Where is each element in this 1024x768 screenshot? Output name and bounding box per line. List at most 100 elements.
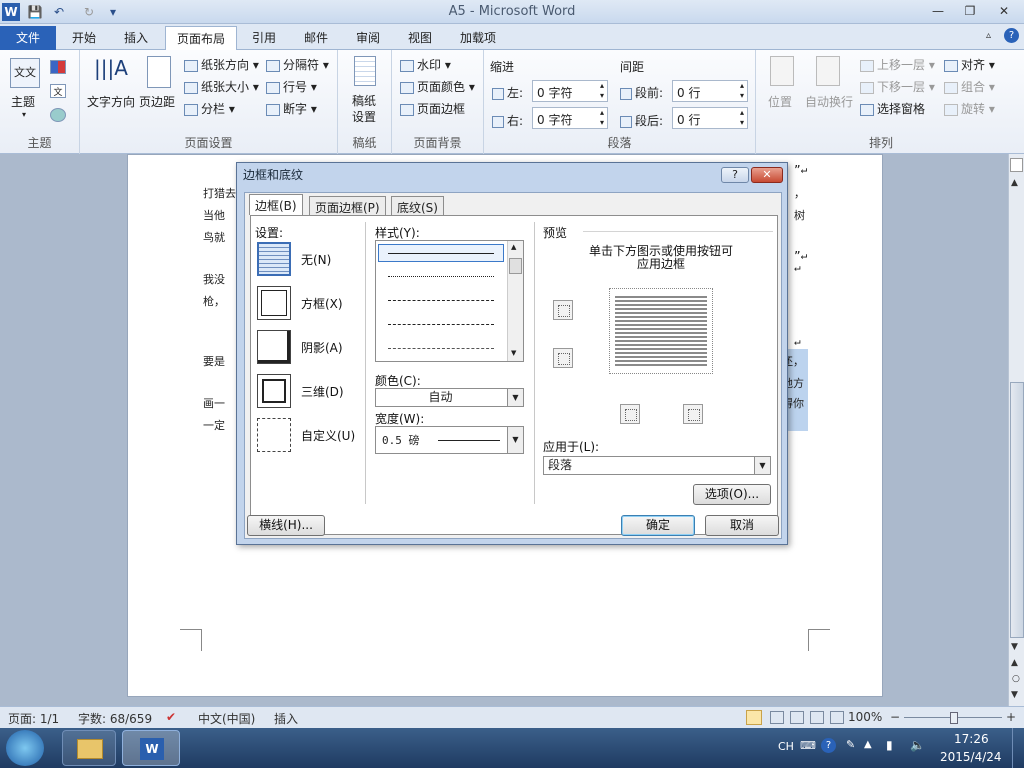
show-hidden-icons-icon[interactable]: ▲ (864, 739, 872, 750)
tab-file[interactable]: 文件 (0, 26, 56, 50)
spacing-after-input[interactable]: 0 行 ▴ ▾ (672, 107, 748, 129)
tab-view[interactable]: 视图 (397, 26, 443, 50)
right-border-button[interactable] (683, 404, 703, 424)
zoom-level[interactable]: 100% (848, 710, 882, 724)
line-numbers-button[interactable]: 行号 ▾ (266, 78, 317, 95)
close-window-button[interactable]: ✕ (990, 2, 1018, 20)
hyphenation-button[interactable]: 断字 ▾ (266, 100, 317, 117)
network-icon[interactable]: ▮ (886, 738, 893, 752)
setting-none-icon[interactable] (257, 242, 291, 276)
chevron-down-icon[interactable]: ▼ (754, 457, 770, 474)
dialog-tab-page-border[interactable]: 页面边框(P) (309, 196, 386, 215)
scroll-down-icon[interactable]: ▼ (511, 349, 516, 357)
scroll-thumb[interactable] (509, 258, 522, 274)
collapse-ribbon-icon[interactable]: ▵ (986, 30, 991, 41)
dialog-help-button[interactable]: ? (721, 167, 749, 183)
proofing-icon[interactable]: ✔ (166, 710, 176, 724)
explorer-taskbar-button[interactable] (62, 730, 116, 766)
select-browse-object-icon[interactable]: ○ (1012, 674, 1020, 684)
style-dash-dot-line[interactable] (388, 348, 494, 349)
scroll-up-icon[interactable]: ▲ (511, 243, 516, 251)
tab-home[interactable]: 开始 (61, 26, 107, 50)
breaks-button[interactable]: 分隔符 ▾ (266, 56, 329, 73)
show-desktop-button[interactable] (1012, 728, 1024, 768)
ime-options-icon[interactable]: ✎ (846, 738, 855, 751)
setting-shadow-icon[interactable] (257, 330, 291, 364)
margins-button[interactable]: 页边距 (139, 93, 175, 110)
zoom-out-button[interactable]: − (890, 710, 900, 724)
setting-custom-icon[interactable] (257, 418, 291, 452)
word-count[interactable]: 字数: 68/659 (78, 710, 152, 727)
theme-fonts-icon[interactable]: 文 (50, 84, 66, 98)
clock-date[interactable]: 2015/4/24 (940, 750, 1002, 764)
language-indicator[interactable]: 中文(中国) (198, 710, 255, 727)
columns-button[interactable]: 分栏 ▾ (184, 100, 235, 117)
setting-3d-icon[interactable] (257, 374, 291, 408)
left-border-button[interactable] (620, 404, 640, 424)
group-button[interactable]: 组合 ▾ (944, 78, 995, 95)
width-combo[interactable]: 0.5 磅 ▼ (375, 426, 524, 454)
minimize-button[interactable]: — (924, 2, 952, 20)
bring-forward-button[interactable]: 上移一层 ▾ (860, 56, 935, 73)
tab-mailings[interactable]: 邮件 (293, 26, 339, 50)
print-layout-icon[interactable] (746, 710, 762, 725)
next-page-icon[interactable]: ▼ (1011, 690, 1018, 700)
theme-colors-icon[interactable] (50, 60, 66, 74)
top-border-button[interactable] (553, 300, 573, 320)
orientation-button[interactable]: 纸张方向 ▾ (184, 56, 259, 73)
web-layout-icon[interactable] (790, 711, 804, 724)
ime-help-icon[interactable]: ? (821, 738, 836, 753)
outline-icon[interactable] (810, 711, 824, 724)
ok-button[interactable]: 确定 (621, 515, 695, 536)
full-screen-reading-icon[interactable] (770, 711, 784, 724)
setting-none-label[interactable]: 无(N) (301, 251, 331, 268)
wrap-text-button[interactable]: 自动换行 (805, 93, 853, 110)
start-button[interactable] (6, 730, 44, 766)
tab-page-layout[interactable]: 页面布局 (165, 26, 238, 51)
options-button[interactable]: 选项(O)... (693, 484, 771, 505)
indent-left-input[interactable]: 0 字符 ▴ ▾ (532, 80, 608, 102)
chevron-down-icon[interactable]: ▼ (507, 389, 523, 406)
ime-indicator[interactable]: CH (778, 740, 794, 753)
position-button[interactable]: 位置 (768, 93, 792, 110)
color-combo[interactable]: 自动 ▼ (375, 388, 524, 407)
scroll-up-icon[interactable]: ▲ (1011, 178, 1018, 188)
apply-to-combo[interactable]: 段落 ▼ (543, 456, 771, 475)
dialog-close-button[interactable]: ✕ (751, 167, 783, 183)
style-dash-small-line[interactable] (388, 300, 494, 301)
style-dash-large-line[interactable] (388, 324, 494, 325)
manuscript-button-line2[interactable]: 设置 (352, 108, 376, 125)
watermark-button[interactable]: 水印 ▾ (400, 56, 451, 73)
tab-insert[interactable]: 插入 (113, 26, 159, 50)
page-count[interactable]: 页面: 1/1 (8, 710, 59, 727)
theme-button[interactable]: 主题 (11, 93, 35, 110)
vertical-scrollbar[interactable]: ▲ ▼ ▲ ○ ▼ (1008, 154, 1024, 706)
zoom-in-button[interactable]: + (1006, 710, 1016, 724)
manuscript-button-line1[interactable]: 稿纸 (352, 92, 376, 109)
tab-addins[interactable]: 加载项 (449, 26, 507, 50)
align-button[interactable]: 对齐 ▾ (944, 56, 995, 73)
tab-references[interactable]: 引用 (241, 26, 287, 50)
selection-pane-button[interactable]: 选择窗格 (860, 100, 925, 117)
scroll-thumb[interactable] (1010, 382, 1024, 638)
theme-effects-icon[interactable] (50, 108, 66, 122)
page-color-button[interactable]: 页面颜色 ▾ (400, 78, 475, 95)
rotate-button[interactable]: 旋转 ▾ (944, 100, 995, 117)
spacing-before-input[interactable]: 0 行 ▴ ▾ (672, 80, 748, 102)
insert-mode[interactable]: 插入 (274, 710, 298, 727)
indent-right-input[interactable]: 0 字符 ▴ ▾ (532, 107, 608, 129)
theme-icon[interactable]: 文文 (10, 58, 40, 88)
chevron-down-icon[interactable]: ▼ (507, 427, 523, 453)
word-taskbar-button[interactable]: W (122, 730, 180, 766)
help-icon[interactable]: ? (1004, 28, 1019, 43)
setting-box-label[interactable]: 方框(X) (301, 295, 343, 312)
clock-time[interactable]: 17:26 (954, 732, 989, 746)
dialog-tab-shading[interactable]: 底纹(S) (391, 196, 444, 215)
setting-box-icon[interactable] (257, 286, 291, 320)
draft-icon[interactable] (830, 711, 844, 724)
scroll-down-icon[interactable]: ▼ (1011, 642, 1018, 652)
horizontal-line-button[interactable]: 横线(H)... (247, 515, 325, 536)
zoom-slider-thumb[interactable] (950, 712, 958, 724)
cancel-button[interactable]: 取消 (705, 515, 779, 536)
setting-3d-label[interactable]: 三维(D) (301, 383, 344, 400)
